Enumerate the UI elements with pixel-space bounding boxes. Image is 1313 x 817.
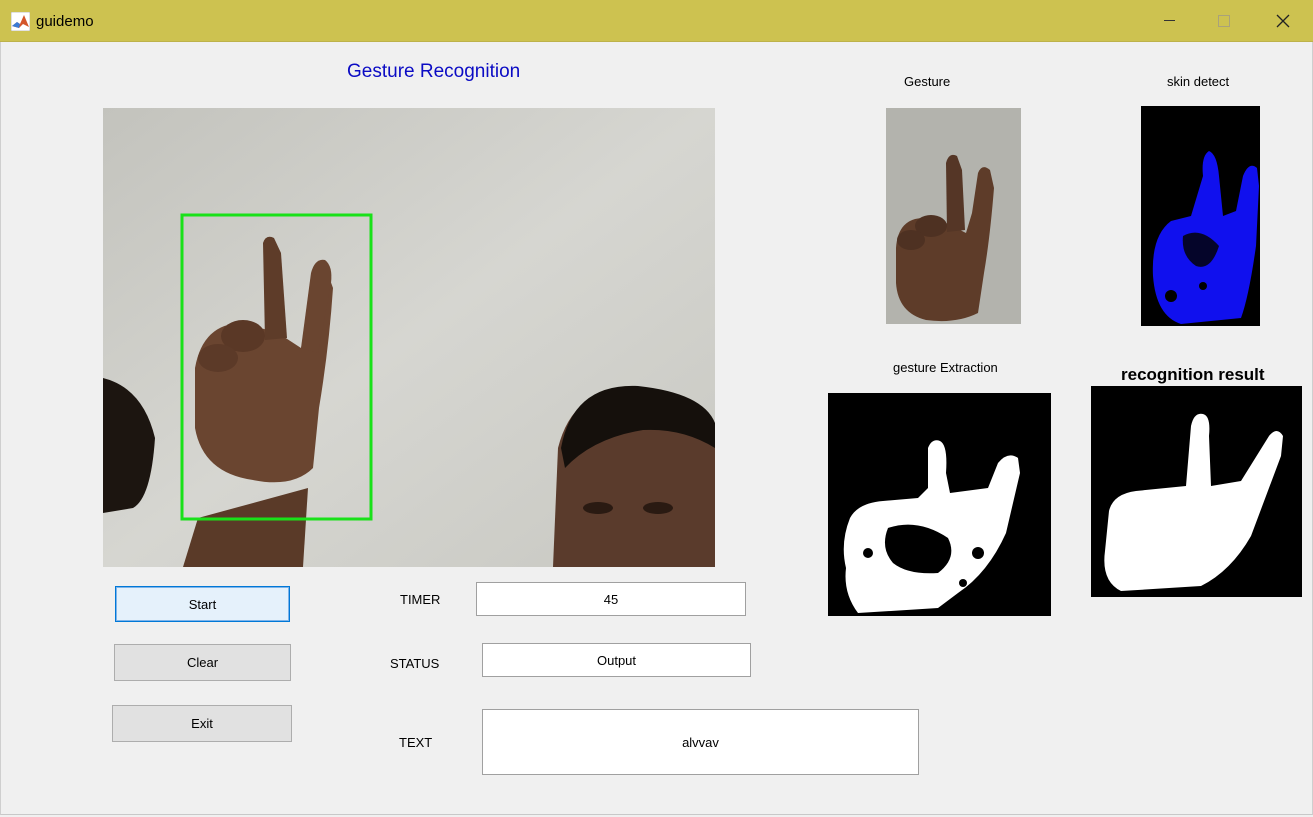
timer-field[interactable]: 45 <box>476 582 746 616</box>
status-field[interactable]: Output <box>482 643 751 677</box>
title-bar[interactable]: guidemo <box>0 0 1313 42</box>
close-icon <box>1276 14 1290 27</box>
gesture-axis-label: Gesture <box>904 74 951 89</box>
minimize-icon <box>1163 20 1175 21</box>
text-field[interactable]: alvvav <box>482 709 919 775</box>
text-label: TEXT <box>399 735 433 750</box>
gesture-crop-image <box>886 108 1021 324</box>
camera-feed-image <box>103 108 715 567</box>
gesture-extraction-image <box>828 393 1051 616</box>
minimize-button[interactable] <box>1140 0 1198 41</box>
page-title: Gesture Recognition <box>347 61 521 82</box>
extraction-axis-label: gesture Extraction <box>893 360 998 375</box>
recognition-result-image <box>1091 386 1302 597</box>
maximize-icon <box>1218 14 1230 27</box>
skin-detect-image <box>1141 106 1260 326</box>
start-button[interactable]: Start <box>115 586 290 622</box>
close-button[interactable] <box>1254 0 1312 41</box>
figure-window: Gesture Recognition Gesture skin detect … <box>0 42 1313 815</box>
maximize-button[interactable] <box>1195 0 1253 41</box>
matlab-logo-icon <box>11 12 30 31</box>
result-axis-label: recognition result <box>1121 365 1265 384</box>
status-label: STATUS <box>390 656 440 671</box>
window-title: guidemo <box>36 13 94 30</box>
skin-detect-axis-label: skin detect <box>1167 74 1230 89</box>
timer-label: TIMER <box>400 592 441 607</box>
clear-button[interactable]: Clear <box>114 644 291 681</box>
exit-button[interactable]: Exit <box>112 705 292 742</box>
